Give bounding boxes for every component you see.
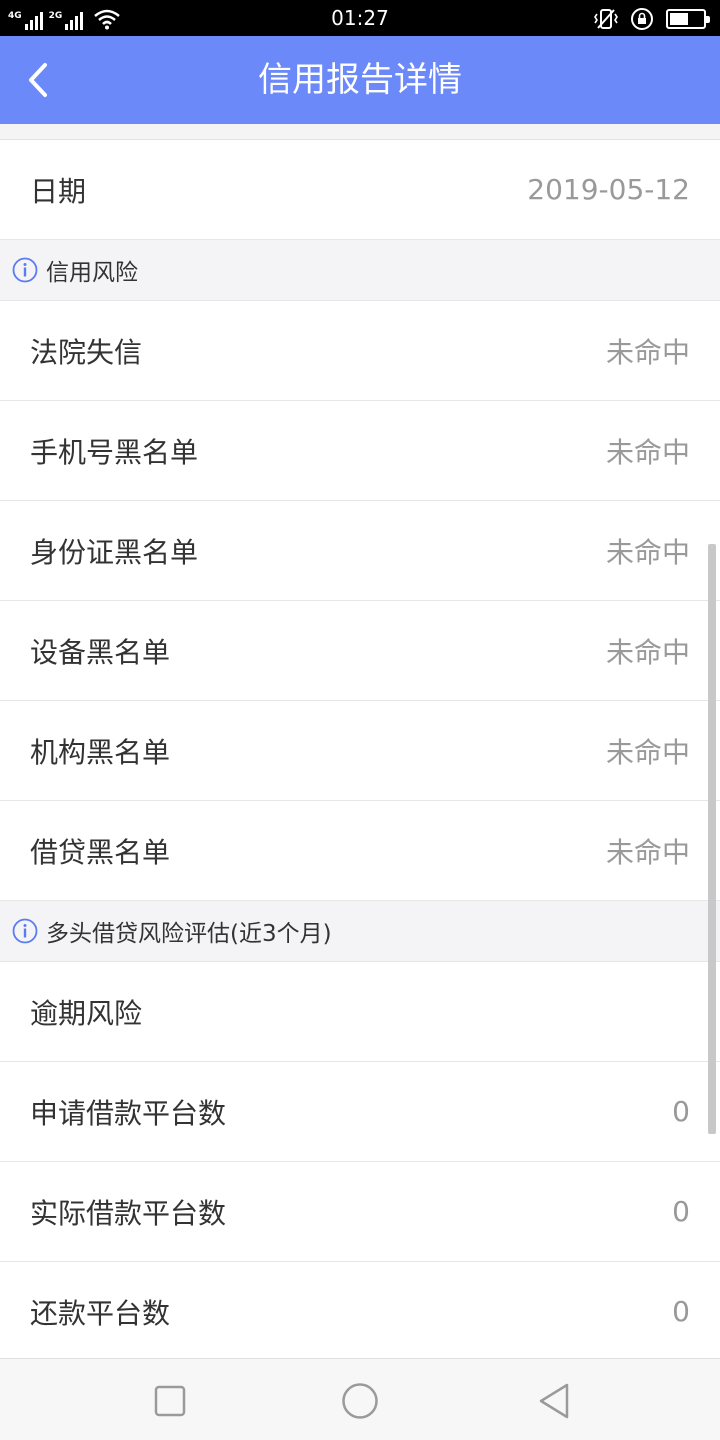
section-title: 信用风险 [46, 260, 138, 286]
status-right [594, 7, 710, 31]
list-item: 身份证黑名单 未命中 [0, 501, 720, 601]
triangle-back-icon [539, 1383, 569, 1419]
list-item: 手机号黑名单 未命中 [0, 401, 720, 501]
row-value: 未命中 [605, 535, 690, 569]
row-label: 逾期风险 [30, 996, 143, 1030]
row-label: 借贷黑名单 [30, 835, 171, 869]
row-label: 还款平台数 [30, 1296, 171, 1330]
list-item: 申请借款平台数 0 [0, 1062, 720, 1162]
row-label: 设备黑名单 [30, 635, 171, 669]
battery-fill [670, 13, 688, 25]
row-label: 申请借款平台数 [30, 1096, 227, 1130]
row-label: 手机号黑名单 [30, 435, 199, 469]
row-value: 未命中 [605, 735, 690, 769]
list-item: 还款平台数 0 [0, 1262, 720, 1358]
row-value: 未命中 [605, 435, 690, 469]
row-label: 法院失信 [30, 335, 143, 369]
row-label: 机构黑名单 [30, 735, 171, 769]
row-label: 日期 [30, 174, 87, 208]
system-back-button[interactable] [532, 1379, 576, 1423]
row-value: 0 [672, 1095, 690, 1128]
row-value: 未命中 [605, 835, 690, 869]
page-title: 信用报告详情 [258, 60, 462, 100]
row-value: 未命中 [605, 335, 690, 369]
row-value: 0 [672, 1295, 690, 1328]
section-header-multi-lending-risk: 多头借贷风险评估(近3个月) [0, 901, 720, 962]
vibrate-icon [594, 9, 618, 29]
recent-apps-button[interactable] [148, 1379, 192, 1423]
section-header-credit-risk: 信用风险 [0, 240, 720, 301]
section-title: 多头借贷风险评估(近3个月) [46, 921, 332, 947]
list-item: 实际借款平台数 0 [0, 1162, 720, 1262]
row-value: 2019-05-12 [527, 173, 690, 206]
list-item: 逾期风险 [0, 962, 720, 1062]
rotation-lock-icon [631, 8, 653, 30]
row-value: 0 [672, 1195, 690, 1228]
row-value: 未命中 [605, 635, 690, 669]
status-bar: 4G 2G 01:27 [0, 0, 720, 36]
row-label: 身份证黑名单 [30, 535, 199, 569]
list-item: 机构黑名单 未命中 [0, 701, 720, 801]
home-button[interactable] [338, 1379, 382, 1423]
row-label: 实际借款平台数 [30, 1196, 227, 1230]
list-item: 设备黑名单 未命中 [0, 601, 720, 701]
list-item: 法院失信 未命中 [0, 301, 720, 401]
report-content[interactable]: 日期 2019-05-12 信用风险 法院失信 未命中 手机号黑名单 未命中 身… [0, 124, 720, 1358]
square-icon [154, 1385, 186, 1417]
app-header: 信用报告详情 [0, 36, 720, 124]
scrollbar[interactable] [708, 544, 716, 1134]
top-divider [0, 124, 720, 140]
circle-icon [342, 1383, 378, 1419]
list-item: 借贷黑名单 未命中 [0, 801, 720, 901]
battery-icon [666, 9, 710, 29]
system-nav-bar [0, 1358, 720, 1440]
date-row: 日期 2019-05-12 [0, 140, 720, 240]
info-icon [12, 257, 38, 283]
info-icon [12, 918, 38, 944]
